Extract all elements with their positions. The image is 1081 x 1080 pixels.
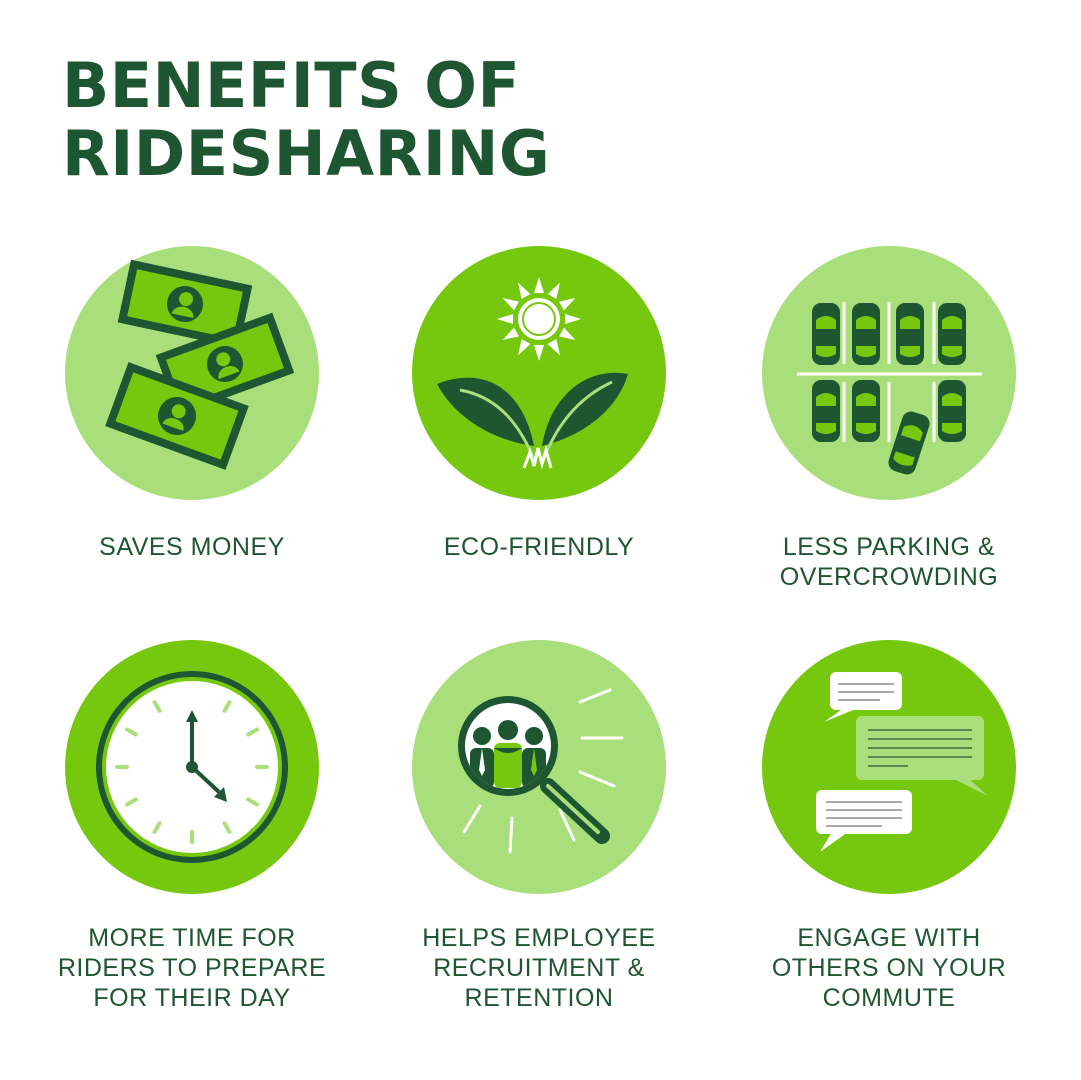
benefit-label: ENGAGE WITH OTHERS ON YOUR COMMUTE [771, 924, 1007, 1012]
benefit-label: LESS PARKING & OVERCROWDING [779, 533, 999, 591]
title-line-1: BENEFITS OF [62, 49, 521, 122]
money-icon [65, 246, 319, 500]
parking-lot-icon [762, 246, 1016, 500]
benefit-label: HELPS EMPLOYEE RECRUITMENT & RETENTION [422, 924, 656, 1012]
plant-sun-icon [412, 246, 666, 500]
chat-bubbles-icon [762, 640, 1016, 894]
benefit-label: MORE TIME FOR RIDERS TO PREPARE FOR THEI… [57, 924, 327, 1012]
benefit-label: ECO-FRIENDLY [443, 533, 635, 561]
recruitment-magnifier-icon [412, 640, 666, 894]
page-title: BENEFITS OF RIDESHARING [62, 52, 550, 188]
clock-icon [65, 640, 319, 894]
benefit-label: SAVES MONEY [99, 533, 285, 561]
title-line-2: RIDESHARING [62, 117, 551, 190]
